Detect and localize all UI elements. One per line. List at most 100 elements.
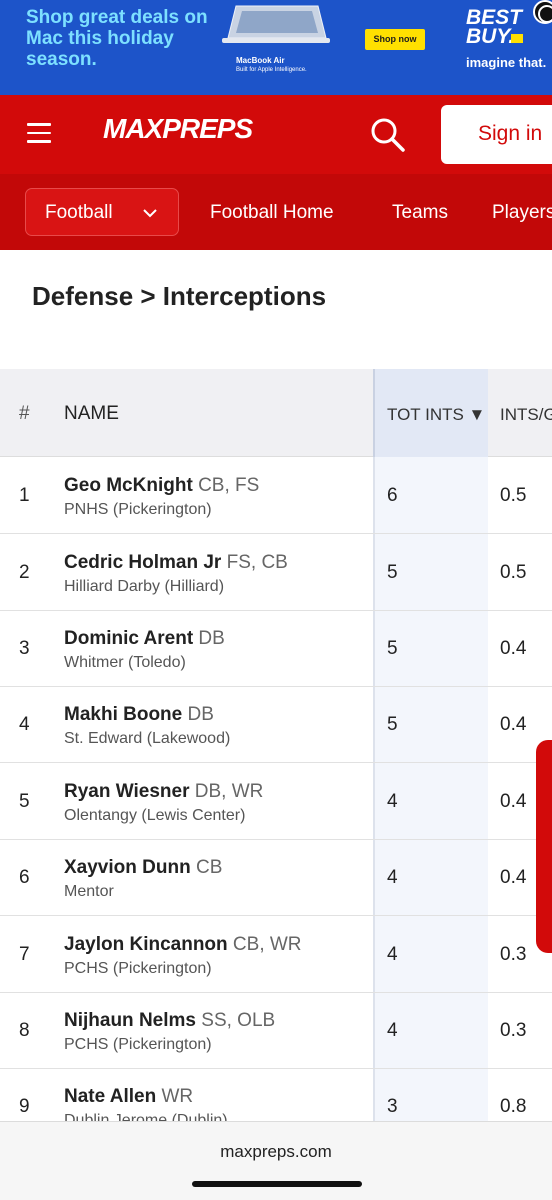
player-position: CB, WR [232, 934, 302, 955]
ints-per-game-cell: 0.3 [500, 1020, 527, 1041]
rank-cell: 9 [19, 1096, 30, 1117]
ad-info-icon[interactable] [533, 0, 552, 24]
player-position: FS, CB [226, 552, 288, 573]
player-name: Xayvion Dunn [64, 857, 191, 878]
player-name-link[interactable]: Geo McKnight CB, FS [64, 475, 259, 497]
player-school[interactable]: PCHS (Pickerington) [64, 960, 212, 978]
player-school[interactable]: Dublin Jerome (Dublin) [64, 1112, 228, 1121]
tot-ints-cell: 5 [387, 714, 398, 735]
sport-dropdown[interactable]: Football [25, 188, 179, 236]
sign-in-button[interactable]: Sign in [441, 105, 552, 164]
table-row[interactable]: 9 Nate Allen WR Dublin Jerome (Dublin) 3… [0, 1068, 552, 1121]
home-indicator[interactable] [192, 1181, 362, 1187]
ints-per-game-header[interactable]: INTS/G [500, 405, 552, 425]
table-row[interactable]: 3 Dominic Arent DB Whitmer (Toledo) 5 0.… [0, 610, 552, 687]
sport-dropdown-label: Football [45, 202, 113, 223]
player-name-link[interactable]: Makhi Boone DB [64, 704, 214, 726]
player-name: Nate Allen [64, 1086, 157, 1107]
player-name: Makhi Boone [64, 704, 183, 725]
player-name-link[interactable]: Ryan Wiesner DB, WR [64, 781, 263, 803]
rank-cell: 2 [19, 562, 30, 583]
hamburger-menu-icon[interactable] [27, 123, 51, 145]
page-title: Defense > Interceptions [32, 281, 327, 311]
nav-players[interactable]: Players [492, 202, 552, 224]
tot-ints-cell: 5 [387, 638, 398, 659]
browser-address-bar: maxpreps.com [0, 1121, 552, 1200]
table-header: # NAME TOT INTS ▼ INTS/G [0, 369, 552, 457]
tot-ints-header[interactable]: TOT INTS ▼ [387, 405, 485, 425]
search-icon[interactable] [369, 116, 407, 154]
player-school[interactable]: St. Edward (Lakewood) [64, 730, 230, 748]
ad-headline: Shop great deals on Mac this holiday sea… [26, 7, 208, 70]
tot-ints-cell: 5 [387, 562, 398, 583]
brand-tag-icon [511, 34, 523, 43]
shop-now-button[interactable]: Shop now [365, 29, 425, 50]
player-name-link[interactable]: Xayvion Dunn CB [64, 857, 222, 879]
table-row[interactable]: 6 Xayvion Dunn CB Mentor 4 0.4 [0, 839, 552, 916]
tot-ints-cell: 6 [387, 485, 398, 506]
sport-subnav: Football Football Home Teams Players [0, 174, 552, 250]
player-position: SS, OLB [201, 1010, 276, 1031]
tot-ints-cell: 3 [387, 1096, 398, 1117]
ints-per-game-cell: 0.8 [500, 1096, 527, 1117]
rank-cell: 1 [19, 485, 30, 506]
tot-ints-cell: 4 [387, 867, 398, 888]
player-school[interactable]: Olentangy (Lewis Center) [64, 807, 245, 825]
tot-ints-cell: 4 [387, 1020, 398, 1041]
player-position: CB, FS [198, 475, 260, 496]
rank-cell: 4 [19, 714, 30, 735]
site-logo[interactable]: MAXPREPS [103, 113, 253, 145]
table-row[interactable]: 1 Geo McKnight CB, FS PNHS (Pickerington… [0, 457, 552, 534]
tot-ints-cell: 4 [387, 944, 398, 965]
player-name: Jaylon Kincannon [64, 934, 228, 955]
player-school[interactable]: Whitmer (Toledo) [64, 654, 186, 672]
rank-cell: 5 [19, 791, 30, 812]
ad-tagline: Built for Apple Intelligence. [236, 67, 307, 73]
nav-football-home[interactable]: Football Home [210, 202, 334, 224]
ad-product-name: MacBook Air [236, 56, 285, 65]
laptop-image [222, 5, 330, 43]
table-row[interactable]: 8 Nijhaun Nelms SS, OLB PCHS (Pickeringt… [0, 992, 552, 1069]
rank-cell: 7 [19, 944, 30, 965]
rank-cell: 3 [19, 638, 30, 659]
player-school[interactable]: PNHS (Pickerington) [64, 501, 212, 519]
ints-per-game-cell: 0.4 [500, 791, 527, 812]
player-position: CB [195, 857, 223, 878]
player-school[interactable]: PCHS (Pickerington) [64, 1036, 212, 1054]
table-row[interactable]: 7 Jaylon Kincannon CB, WR PCHS (Pickerin… [0, 916, 552, 993]
player-name: Nijhaun Nelms [64, 1010, 196, 1031]
name-header[interactable]: NAME [64, 403, 119, 425]
ints-per-game-cell: 0.5 [500, 485, 527, 506]
player-name: Geo McKnight [64, 475, 193, 496]
tot-ints-cell: 4 [387, 791, 398, 812]
player-school[interactable]: Hilliard Darby (Hilliard) [64, 578, 224, 596]
feedback-tab[interactable] [536, 740, 552, 953]
chevron-down-icon [143, 209, 157, 218]
player-name-link[interactable]: Nijhaun Nelms SS, OLB [64, 1010, 275, 1032]
rank-header: # [19, 403, 30, 424]
rank-cell: 6 [19, 867, 30, 888]
nav-teams[interactable]: Teams [392, 202, 448, 224]
player-name-link[interactable]: Cedric Holman Jr FS, CB [64, 552, 288, 574]
ad-banner[interactable]: Shop great deals on Mac this holiday sea… [0, 0, 552, 95]
player-school[interactable]: Mentor [64, 883, 114, 901]
player-position: DB, WR [194, 781, 264, 802]
player-position: DB [198, 628, 225, 649]
player-name: Ryan Wiesner [64, 781, 190, 802]
stats-table: # NAME TOT INTS ▼ INTS/G 1 Geo McKnight … [0, 369, 552, 1121]
rank-cell: 8 [19, 1020, 30, 1041]
player-position: WR [161, 1086, 194, 1107]
ints-per-game-cell: 0.4 [500, 638, 527, 659]
url-display[interactable]: maxpreps.com [0, 1142, 552, 1162]
table-row[interactable]: 4 Makhi Boone DB St. Edward (Lakewood) 5… [0, 686, 552, 763]
player-name-link[interactable]: Nate Allen WR [64, 1086, 193, 1108]
player-name-link[interactable]: Jaylon Kincannon CB, WR [64, 934, 302, 956]
site-header: MAXPREPS Sign in [0, 95, 552, 174]
player-position: DB [187, 704, 214, 725]
table-row[interactable]: 2 Cedric Holman Jr FS, CB Hilliard Darby… [0, 534, 552, 611]
player-name-link[interactable]: Dominic Arent DB [64, 628, 225, 650]
table-row[interactable]: 5 Ryan Wiesner DB, WR Olentangy (Lewis C… [0, 763, 552, 840]
ints-per-game-cell: 0.5 [500, 562, 527, 583]
ints-per-game-cell: 0.4 [500, 867, 527, 888]
ints-per-game-cell: 0.4 [500, 714, 527, 735]
